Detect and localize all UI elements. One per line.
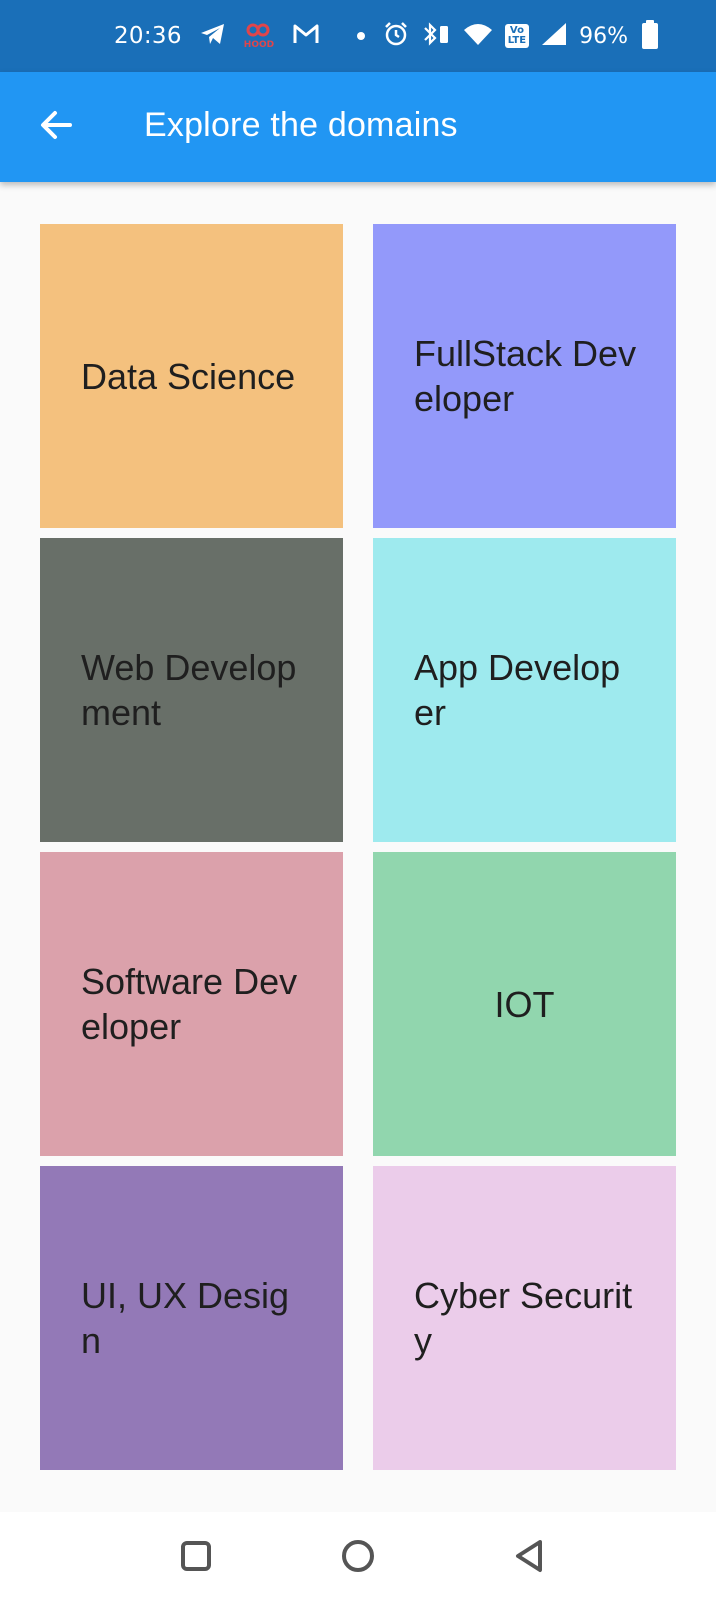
domain-label: Software Developer [81,961,298,1047]
domain-tile-web-development[interactable]: Web Development [40,538,343,842]
circle-icon [342,1540,374,1572]
square-icon [181,1541,211,1571]
recents-button[interactable] [174,1534,218,1578]
domain-tile-ui-ux-design[interactable]: UI, UX Design [40,1166,343,1470]
battery-icon [642,20,658,49]
domain-tile-software-developer[interactable]: Software Developer [40,852,343,1156]
domain-tile-iot[interactable]: IOT [373,852,676,1156]
status-time: 20:36 [114,23,182,49]
status-left: 20:36 HOOD [114,0,320,72]
hood-label: HOOD [243,40,275,50]
bluetooth-battery-icon [421,21,451,51]
alarm-icon [383,21,409,51]
domain-label: FullStack Developer [414,333,637,419]
domain-tile-cyber-security[interactable]: Cyber Security [373,1166,676,1470]
status-right: Vo LTE 96% [356,0,658,72]
domain-label: Web Development [81,647,297,733]
system-nav-bar [0,1512,716,1600]
domain-tile-fullstack-developer[interactable]: FullStack Developer [373,224,676,528]
signal-icon [541,22,567,50]
status-bar: 20:36 HOOD Vo LTE 96% [0,0,716,72]
wifi-icon [463,22,493,50]
arrow-back-icon [41,111,72,139]
domain-label: App Developer [414,647,621,733]
gmail-icon [292,23,320,49]
home-button[interactable] [336,1534,380,1578]
page-title: Explore the domains [144,106,458,144]
domain-label: Data Science [81,355,296,397]
battery-percent: 96% [579,23,628,49]
domain-grid: Data Science FullStack Developer Web Dev… [40,224,676,1470]
telegram-icon [200,22,226,50]
domain-label: IOT [494,983,555,1025]
domain-tile-app-developer[interactable]: App Developer [373,538,676,842]
triangle-back-icon [516,1540,542,1572]
back-button[interactable] [36,105,76,145]
notification-dot-icon [356,32,365,40]
app-bar: Explore the domains [0,72,716,182]
domain-label: Cyber Security [414,1275,633,1361]
hood-icon: HOOD [244,22,274,50]
domain-label: UI, UX Design [81,1275,290,1361]
nav-back-button[interactable] [508,1534,552,1578]
domain-tile-data-science[interactable]: Data Science [40,224,343,528]
volte-icon: Vo LTE [504,24,530,48]
